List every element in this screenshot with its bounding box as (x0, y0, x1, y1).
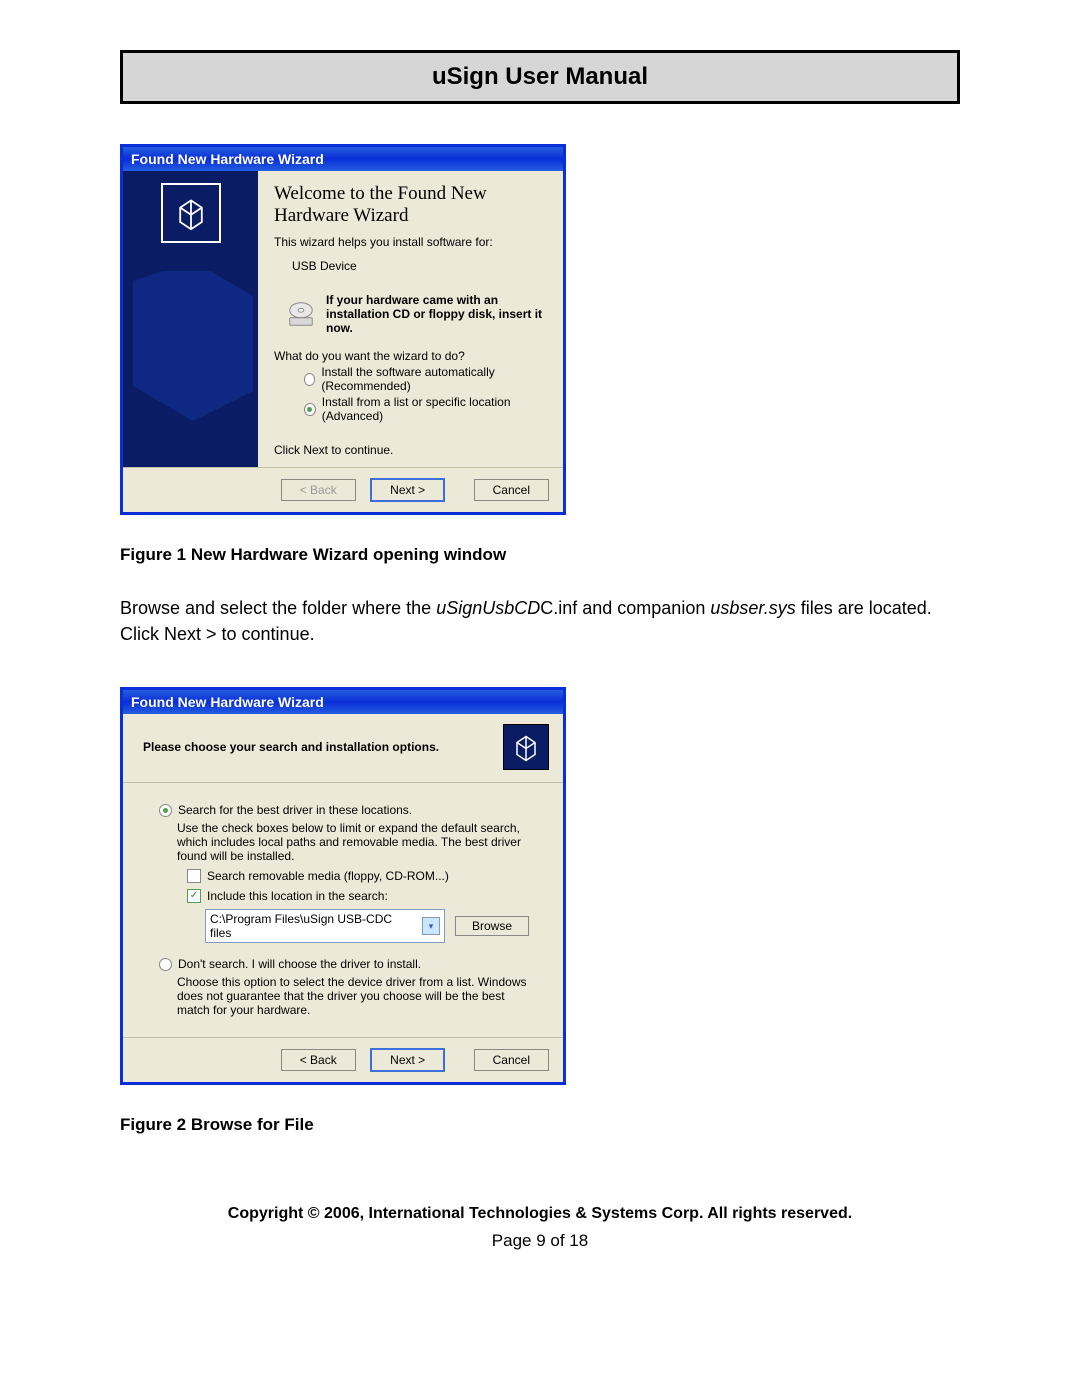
checkbox-icon (187, 869, 201, 883)
cancel-button[interactable]: Cancel (474, 479, 549, 501)
wizard2-header-text: Please choose your search and installati… (143, 740, 439, 754)
radio-icon (159, 804, 172, 817)
radio-auto-install[interactable]: Install the software automatically (Reco… (304, 365, 547, 393)
figure2-caption: Figure 2 Browse for File (120, 1115, 960, 1135)
figure1-caption: Figure 1 New Hardware Wizard opening win… (120, 545, 960, 565)
doc-header: uSign User Manual (120, 50, 960, 104)
wizard1-intro: This wizard helps you install software f… (274, 235, 547, 249)
path-value: C:\Program Files\uSign USB-CDC files (210, 912, 416, 940)
radio-advanced-install[interactable]: Install from a list or specific location… (304, 395, 547, 423)
copyright-line: Copyright © 2006, International Technolo… (120, 1205, 960, 1223)
instruction-paragraph: Browse and select the folder where the u… (120, 595, 960, 647)
sidebar-bg-graphic (123, 271, 258, 451)
chevron-down-icon[interactable]: ▾ (422, 917, 440, 935)
radio-icon (304, 373, 315, 386)
checkbox-include-location[interactable]: Include this location in the search: (187, 889, 537, 903)
radio-auto-label: Install the software automatically (Reco… (321, 365, 547, 393)
wizard1-sidebar (123, 171, 258, 467)
checkbox-removable-label: Search removable media (floppy, CD-ROM..… (207, 869, 449, 883)
wizard1-window: Found New Hardware Wizard Welcome to the… (120, 144, 566, 515)
radio-dont-label: Don't search. I will choose the driver t… (178, 957, 421, 971)
page-number: Page 9 of 18 (120, 1231, 960, 1251)
hardware-icon (503, 724, 549, 770)
next-button[interactable]: Next > (370, 1048, 445, 1072)
dont-search-help: Choose this option to select the device … (177, 975, 537, 1017)
wizard1-cd-prompt: If your hardware came with an installati… (326, 293, 547, 335)
wizard1-continue-text: Click Next to continue. (274, 443, 547, 457)
back-button[interactable]: < Back (281, 1049, 356, 1071)
cd-icon (286, 299, 316, 329)
hardware-icon (161, 183, 221, 243)
path-combobox[interactable]: C:\Program Files\uSign USB-CDC files ▾ (205, 909, 445, 943)
wizard2-button-bar: < Back Next > Cancel (123, 1037, 563, 1082)
checkbox-include-label: Include this location in the search: (207, 889, 388, 903)
wizard2-window: Found New Hardware Wizard Please choose … (120, 687, 566, 1085)
radio-advanced-label: Install from a list or specific location… (322, 395, 547, 423)
wizard1-welcome-title: Welcome to the Found New Hardware Wizard (274, 183, 547, 227)
checkbox-removable-media[interactable]: Search removable media (floppy, CD-ROM..… (187, 869, 537, 883)
radio-search-best[interactable]: Search for the best driver in these loca… (159, 803, 537, 817)
wizard1-device-name: USB Device (292, 259, 547, 273)
search-help-text: Use the check boxes below to limit or ex… (177, 821, 537, 863)
radio-dont-search[interactable]: Don't search. I will choose the driver t… (159, 957, 537, 971)
checkbox-icon (187, 889, 201, 903)
radio-icon (304, 403, 316, 416)
cancel-button[interactable]: Cancel (474, 1049, 549, 1071)
wizard2-titlebar: Found New Hardware Wizard (123, 690, 563, 714)
wizard1-button-bar: < Back Next > Cancel (123, 467, 563, 512)
wizard1-question: What do you want the wizard to do? (274, 349, 547, 363)
back-button[interactable]: < Back (281, 479, 356, 501)
wizard1-titlebar: Found New Hardware Wizard (123, 147, 563, 171)
browse-button[interactable]: Browse (455, 916, 529, 936)
radio-icon (159, 958, 172, 971)
radio-search-label: Search for the best driver in these loca… (178, 803, 412, 817)
next-button[interactable]: Next > (370, 478, 445, 502)
